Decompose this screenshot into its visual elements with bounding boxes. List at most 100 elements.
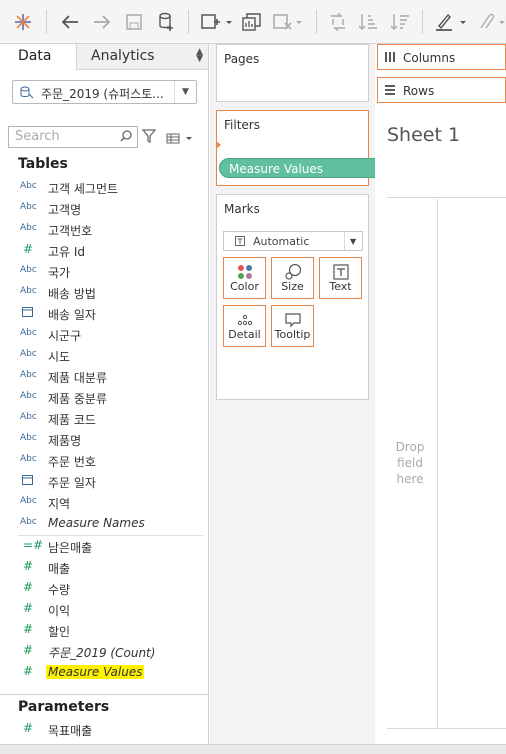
- pages-card[interactable]: Pages: [216, 44, 369, 102]
- filter-icon[interactable]: [141, 128, 157, 147]
- field-label: 제품 코드: [48, 413, 96, 427]
- field-item[interactable]: Abc 주문 번호: [0, 451, 208, 472]
- field-label: 남은매출: [48, 541, 93, 555]
- number-type-icon: #: [23, 559, 34, 573]
- attach-icon[interactable]: [474, 8, 506, 36]
- new-worksheet-icon[interactable]: [198, 8, 234, 36]
- text-button[interactable]: Text: [319, 257, 362, 299]
- field-item[interactable]: Abc 제품명: [0, 430, 208, 451]
- tooltip-button[interactable]: Tooltip: [271, 305, 314, 347]
- search-icon[interactable]: [120, 130, 132, 146]
- field-item[interactable]: Abc 제품 중분류: [0, 388, 208, 409]
- field-item[interactable]: Abc 고객명: [0, 199, 208, 220]
- field-item[interactable]: Abc 지역: [0, 493, 208, 514]
- toolbar-separator: [316, 10, 317, 34]
- field-label: 고객 세그먼트: [48, 182, 119, 196]
- number-type-icon: #: [23, 664, 34, 678]
- field-item[interactable]: # 수량: [0, 579, 208, 600]
- save-icon[interactable]: [122, 8, 146, 36]
- field-item[interactable]: Abc 제품 코드: [0, 409, 208, 430]
- tables-heading: Tables: [18, 156, 68, 172]
- columns-shelf[interactable]: Columns: [377, 44, 506, 70]
- field-item[interactable]: # 이익: [0, 600, 208, 621]
- search-placeholder: Search: [15, 129, 60, 144]
- redo-icon[interactable]: [90, 8, 114, 36]
- highlight-icon[interactable]: [432, 8, 470, 36]
- cards-area: Pages Filters Measure Values Marks Autom…: [210, 44, 384, 744]
- datasource-icon: [20, 85, 34, 102]
- mark-type-select[interactable]: Automatic ▼: [223, 231, 363, 251]
- sort-arrows-icon[interactable]: ▲ ▼: [196, 48, 203, 64]
- datasource-name: 주문_2019 (슈퍼스토...: [41, 87, 164, 101]
- text-icon: [333, 264, 349, 280]
- rows-label: Rows: [403, 84, 435, 98]
- pages-title: Pages: [224, 52, 260, 66]
- divider: [0, 694, 208, 695]
- filters-title: Filters: [224, 118, 260, 132]
- undo-icon[interactable]: [58, 8, 82, 36]
- text-label: Text: [329, 280, 352, 293]
- duplicate-icon[interactable]: [240, 8, 264, 36]
- color-button[interactable]: Color: [223, 257, 266, 299]
- filters-card[interactable]: Filters Measure Values: [216, 110, 384, 186]
- string-type-icon: Abc: [20, 328, 37, 338]
- field-item[interactable]: 배송 일자: [0, 304, 208, 325]
- field-item[interactable]: Abc 고객번호: [0, 220, 208, 241]
- view-border: [387, 197, 506, 198]
- new-datasource-icon[interactable]: [154, 8, 178, 36]
- field-item[interactable]: Abc 시군구: [0, 325, 208, 346]
- field-label: 국가: [48, 266, 71, 280]
- field-item[interactable]: Abc Measure Names: [0, 514, 208, 535]
- field-label: 지역: [48, 497, 71, 511]
- field-item[interactable]: # 할인: [0, 621, 208, 642]
- string-type-icon: Abc: [20, 349, 37, 359]
- detail-button[interactable]: Detail: [223, 305, 266, 347]
- field-label: 목표매출: [48, 724, 93, 738]
- field-item[interactable]: # 고유 Id: [0, 241, 208, 262]
- field-item[interactable]: Abc 국가: [0, 262, 208, 283]
- tab-data[interactable]: Data: [0, 44, 76, 70]
- view-options-icon[interactable]: [166, 130, 194, 149]
- field-item[interactable]: Abc 배송 방법: [0, 283, 208, 304]
- calculated-number-icon: =#: [23, 538, 44, 552]
- sheet-title[interactable]: Sheet 1: [387, 124, 460, 146]
- field-item[interactable]: 주문 일자: [0, 472, 208, 493]
- field-item[interactable]: =# 남은매출: [0, 537, 208, 558]
- field-item[interactable]: # 매출: [0, 558, 208, 579]
- number-type-icon: #: [23, 242, 34, 256]
- field-item[interactable]: Abc 제품 대분류: [0, 367, 208, 388]
- data-pane: Data Analytics ▲ ▼ 주문_2019 (슈퍼스토... ▼ Sea…: [0, 44, 209, 754]
- sort-ascending-icon[interactable]: [356, 8, 380, 36]
- parameters-heading: Parameters: [18, 699, 110, 715]
- datasource-select[interactable]: 주문_2019 (슈퍼스토... ▼: [12, 80, 197, 104]
- view-border: [437, 199, 438, 729]
- field-label: 이익: [48, 604, 71, 618]
- clear-icon[interactable]: [270, 8, 306, 36]
- swap-icon[interactable]: [326, 8, 350, 36]
- string-type-icon: Abc: [20, 286, 37, 296]
- field-item[interactable]: # Measure Values: [0, 663, 208, 684]
- field-label: Measure Values: [46, 665, 145, 679]
- size-button[interactable]: Size: [271, 257, 314, 299]
- chevron-down-icon[interactable]: ▼: [174, 81, 196, 103]
- marks-card[interactable]: Marks Automatic ▼ Color Size Text Detail…: [216, 194, 369, 400]
- toolbar: [0, 0, 506, 44]
- field-item[interactable]: Abc 시도: [0, 346, 208, 367]
- field-label: 매출: [48, 562, 71, 576]
- sort-descending-icon[interactable]: [388, 8, 412, 36]
- field-item[interactable]: # 목표매출: [0, 720, 208, 741]
- field-item[interactable]: Abc 고객 세그먼트: [0, 178, 208, 199]
- tab-analytics-label: Analytics: [91, 48, 155, 64]
- tableau-logo-icon[interactable]: [12, 8, 34, 36]
- filter-pill-measure-values[interactable]: Measure Values: [219, 158, 384, 178]
- drop-indicator-icon: [216, 141, 221, 149]
- search-input[interactable]: Search: [8, 126, 138, 148]
- chevron-down-icon[interactable]: ▼: [344, 232, 362, 250]
- field-item[interactable]: # 주문_2019 (Count): [0, 642, 208, 663]
- tab-analytics[interactable]: Analytics ▲ ▼: [76, 44, 208, 70]
- calendar-icon: [22, 306, 44, 320]
- rows-shelf[interactable]: Rows: [377, 77, 506, 103]
- drop-field-hint[interactable]: Drop field here: [395, 439, 425, 487]
- sheet-tabs-bar[interactable]: [0, 744, 506, 754]
- field-label: 배송 일자: [48, 308, 96, 322]
